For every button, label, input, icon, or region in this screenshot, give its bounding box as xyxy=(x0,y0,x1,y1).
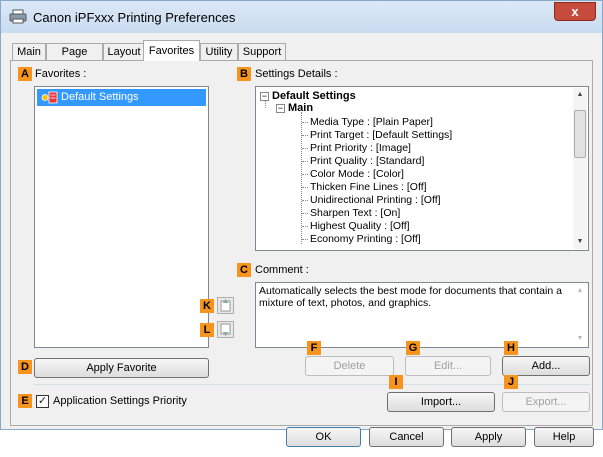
move-down-button[interactable] xyxy=(217,321,234,338)
favorites-item-label: Default Settings xyxy=(61,91,139,103)
favorite-settings-icon xyxy=(41,91,58,104)
add-button[interactable]: Add... xyxy=(502,356,590,376)
callout-i: I xyxy=(389,375,403,389)
close-button[interactable]: x xyxy=(554,2,596,21)
comment-text: Automatically selects the best mode for … xyxy=(259,285,562,309)
callout-g: G xyxy=(406,341,420,355)
setting-item: Print Priority : [Image] xyxy=(302,142,411,154)
edit-button[interactable]: Edit... xyxy=(405,356,491,376)
callout-j: J xyxy=(504,375,518,389)
tab-support[interactable]: Support xyxy=(238,43,286,61)
help-button[interactable]: Help xyxy=(534,427,594,447)
tree-connector xyxy=(301,112,302,244)
callout-k: K xyxy=(200,299,214,313)
printing-preferences-window: Canon iPFxxx Printing Preferences x Main… xyxy=(0,0,603,447)
setting-item: Sharpen Text : [On] xyxy=(301,207,401,219)
tab-favorites[interactable]: Favorites xyxy=(143,40,200,61)
tree-connector xyxy=(265,101,266,108)
comment-scrollbar[interactable]: ▲ ▼ xyxy=(573,284,587,346)
tab-page-setup[interactable]: Page Setup xyxy=(46,43,103,74)
callout-h: H xyxy=(504,341,518,355)
tree-node-main[interactable]: − Main xyxy=(276,102,313,114)
scroll-down-icon[interactable]: ▼ xyxy=(573,332,587,346)
import-button[interactable]: Import... xyxy=(387,392,495,412)
window-title: Canon iPFxxx Printing Preferences xyxy=(33,10,236,25)
tree-root-default-settings[interactable]: − Default Settings xyxy=(260,90,356,102)
scroll-thumb[interactable] xyxy=(574,110,586,158)
tab-layout[interactable]: Layout xyxy=(103,43,145,61)
app-settings-priority-label: Application Settings Priority xyxy=(53,395,187,407)
setting-item: Unidirectional Printing : [Off] xyxy=(302,194,441,206)
setting-item: Highest Quality : [Off] xyxy=(302,220,410,232)
setting-item: Color Mode : [Color] xyxy=(302,168,404,180)
callout-c: C xyxy=(237,263,251,277)
move-up-button[interactable] xyxy=(217,297,234,314)
settings-scrollbar[interactable]: ▲ ▼ xyxy=(573,88,587,249)
callout-d: D xyxy=(18,360,32,374)
scroll-down-icon[interactable]: ▼ xyxy=(573,235,587,249)
move-down-icon xyxy=(220,323,231,336)
title-bar[interactable]: Canon iPFxxx Printing Preferences x xyxy=(1,1,602,33)
setting-item: Thicken Fine Lines : [Off] xyxy=(302,181,427,193)
setting-item: Economy Printing : [Off] xyxy=(302,233,421,245)
export-button[interactable]: Export... xyxy=(502,392,590,412)
apply-button[interactable]: Apply xyxy=(451,427,526,447)
tab-utility[interactable]: Utility xyxy=(200,43,238,61)
favorites-list[interactable]: Default Settings xyxy=(34,86,209,348)
setting-item: Media Type : [Plain Paper] xyxy=(302,116,433,128)
callout-l: L xyxy=(200,323,214,337)
app-settings-priority-checkbox[interactable]: ✓ xyxy=(36,395,49,408)
scroll-up-icon[interactable]: ▲ xyxy=(573,88,587,102)
printer-icon xyxy=(9,9,27,24)
callout-f: F xyxy=(307,341,321,355)
settings-details-tree[interactable]: − Default Settings − Main Media Type : [Pl… xyxy=(255,86,589,251)
scroll-up-icon[interactable]: ▲ xyxy=(573,284,587,298)
callout-e: E xyxy=(18,394,32,408)
collapse-icon[interactable]: − xyxy=(260,91,269,101)
comment-box[interactable]: Automatically selects the best mode for … xyxy=(255,282,589,348)
delete-button[interactable]: Delete xyxy=(305,356,394,376)
settings-details-label: Settings Details : xyxy=(255,68,338,80)
setting-item: Print Quality : [Standard] xyxy=(301,155,425,167)
ok-button[interactable]: OK xyxy=(286,427,361,447)
callout-b: B xyxy=(237,67,251,81)
favorites-label: Favorites : xyxy=(35,68,87,80)
callout-a: A xyxy=(18,67,32,81)
setting-item: Print Target : [Default Settings] xyxy=(301,129,453,141)
collapse-icon[interactable]: − xyxy=(276,103,285,113)
cancel-button[interactable]: Cancel xyxy=(369,427,444,447)
move-up-icon xyxy=(220,299,231,312)
apply-favorite-button[interactable]: Apply Favorite xyxy=(34,358,209,378)
comment-label: Comment : xyxy=(255,264,309,276)
tab-main[interactable]: Main xyxy=(12,43,46,61)
favorites-item-default[interactable]: Default Settings xyxy=(37,89,206,106)
